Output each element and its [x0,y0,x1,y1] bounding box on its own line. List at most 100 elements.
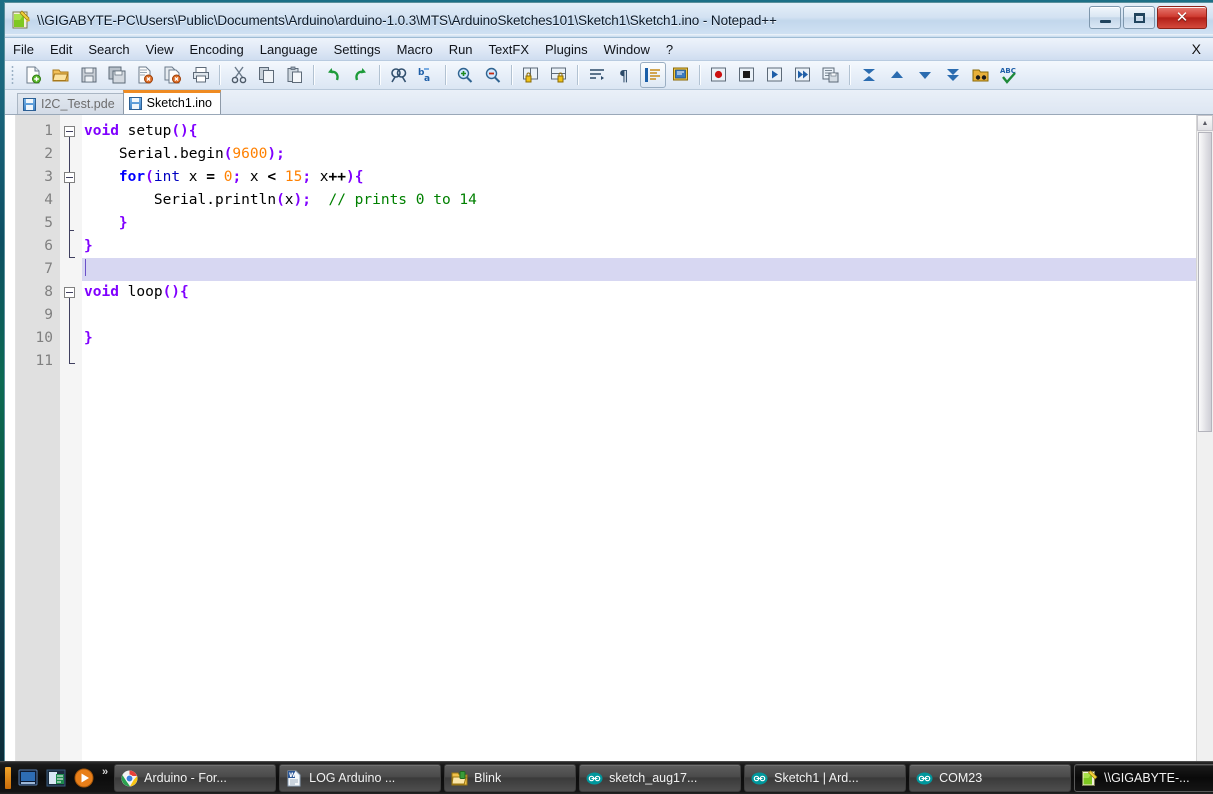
tab-sketch1[interactable]: Sketch1.ino [122,90,221,114]
vertical-scroll-thumb[interactable] [1198,132,1212,432]
svg-text:a: a [424,74,430,84]
cut-icon[interactable] [226,62,252,88]
menu-bar: File Edit Search View Encoding Language … [5,38,1213,61]
open-folder-as-workspace-icon[interactable] [968,62,994,88]
undo-icon[interactable] [320,62,346,88]
code-line-5: } [118,215,128,231]
new-file-icon[interactable] [20,62,46,88]
zoom-out-icon[interactable] [480,62,506,88]
fold-marker-line1[interactable] [64,126,75,137]
code-line-1: void setup(){ [84,123,198,139]
close-icon: ✕ [1175,8,1189,26]
taskbar-button-com23[interactable]: COM23 [909,764,1072,792]
collapse-level-icon[interactable] [884,62,910,88]
stop-recording-icon[interactable] [734,62,760,88]
fold-marker-line3[interactable] [64,172,75,183]
vertical-scrollbar[interactable]: ▲ ▼ [1196,115,1213,761]
menu-help[interactable]: ? [658,40,681,59]
chrome-icon [121,770,138,787]
fold-marker-line8[interactable] [64,287,75,298]
title-bar: \\GIGABYTE-PC\Users\Public\Documents\Ard… [5,3,1213,38]
user-defined-dialog-icon[interactable] [668,62,694,88]
menu-run[interactable]: Run [441,40,481,59]
spell-check-icon[interactable]: ABC [996,62,1022,88]
taskbar-button-log-arduino[interactable]: W LOG Arduino ... [279,764,442,792]
taskbar-button-arduino-forum[interactable]: Arduino - For... [114,764,277,792]
minimize-icon [1099,19,1111,23]
menu-window[interactable]: Window [596,40,658,59]
line-number: 4 [44,192,53,208]
fold-connector [69,183,70,231]
menu-macro[interactable]: Macro [389,40,441,59]
media-player-icon[interactable] [73,767,95,789]
word-wrap-icon[interactable] [584,62,610,88]
close-button[interactable]: ✕ [1157,6,1207,29]
menu-file[interactable]: File [5,40,42,59]
windows-flip3d-icon[interactable] [17,767,39,789]
close-document-button[interactable]: X [1188,41,1205,57]
expand-level-icon[interactable] [912,62,938,88]
code-line-6: } [84,238,93,254]
menu-language[interactable]: Language [252,40,326,59]
save-icon[interactable] [76,62,102,88]
open-file-icon[interactable] [48,62,74,88]
taskbar-button-sketch1-arduino[interactable]: Sketch1 | Ard... [744,764,907,792]
paste-icon[interactable] [282,62,308,88]
editor-area[interactable]: 1 2 3 4 5 6 7 8 9 10 11 void setup(){Se… [5,115,1213,761]
notepadpp-window: \\GIGABYTE-PC\Users\Public\Documents\Ard… [4,2,1213,762]
menu-view[interactable]: View [138,40,182,59]
print-icon[interactable] [188,62,214,88]
line-number: 9 [44,307,53,323]
menu-search[interactable]: Search [80,40,137,59]
maximize-button[interactable] [1123,6,1155,29]
fold-end-tick [69,257,75,258]
play-macro-icon[interactable] [762,62,788,88]
fold-connector [69,298,70,364]
sync-horizontal-scroll-icon[interactable] [546,62,572,88]
menu-edit[interactable]: Edit [42,40,80,59]
office-icon[interactable] [45,767,67,789]
taskbar-button-blink[interactable]: Blink [444,764,577,792]
saved-document-icon [23,97,36,111]
replace-icon[interactable]: b a [414,62,440,88]
show-desktop-icon[interactable] [5,767,11,789]
toolbar-separator [849,65,851,85]
copy-icon[interactable] [254,62,280,88]
menu-textfx[interactable]: TextFX [481,40,537,59]
taskbar-button-notepadpp[interactable]: \\GIGABYTE-... [1074,764,1213,792]
overflow-chevron-icon[interactable]: » [102,762,108,778]
save-macro-icon[interactable] [818,62,844,88]
toolbar-grip[interactable] [11,65,14,85]
code-text-area[interactable]: void setup(){ Serial.begin(9600); for(in… [82,115,1213,761]
show-indent-guide-icon[interactable] [640,62,666,88]
menu-plugins[interactable]: Plugins [537,40,596,59]
menu-settings[interactable]: Settings [326,40,389,59]
save-all-icon[interactable] [104,62,130,88]
expand-all-icon[interactable] [940,62,966,88]
tab-i2c-test[interactable]: I2C_Test.pde [17,93,124,114]
menu-encoding[interactable]: Encoding [182,40,252,59]
toolbar-separator [219,65,221,85]
close-file-icon[interactable] [132,62,158,88]
record-macro-icon[interactable] [706,62,732,88]
close-all-files-icon[interactable] [160,62,186,88]
taskbar-button-sketch-aug17[interactable]: sketch_aug17... [579,764,742,792]
code-folding-margin[interactable] [60,115,82,761]
minimize-button[interactable] [1089,6,1121,29]
sync-vertical-scroll-icon[interactable] [518,62,544,88]
taskbar-button-label: COM23 [939,771,983,785]
line-number: 7 [44,261,53,277]
scroll-up-arrow[interactable]: ▲ [1197,115,1213,131]
redo-icon[interactable] [348,62,374,88]
run-macro-multiple-icon[interactable] [790,62,816,88]
tab-label: I2C_Test.pde [41,97,115,111]
zoom-in-icon[interactable] [452,62,478,88]
fold-end-tick [69,363,75,364]
find-icon[interactable] [386,62,412,88]
collapse-all-icon[interactable] [856,62,882,88]
notepadpp-icon [1081,769,1098,787]
bookmark-margin[interactable] [5,115,16,761]
show-all-characters-icon[interactable]: ¶ [612,62,638,88]
word-document-icon: W [286,770,303,787]
tab-label: Sketch1.ino [146,96,212,110]
